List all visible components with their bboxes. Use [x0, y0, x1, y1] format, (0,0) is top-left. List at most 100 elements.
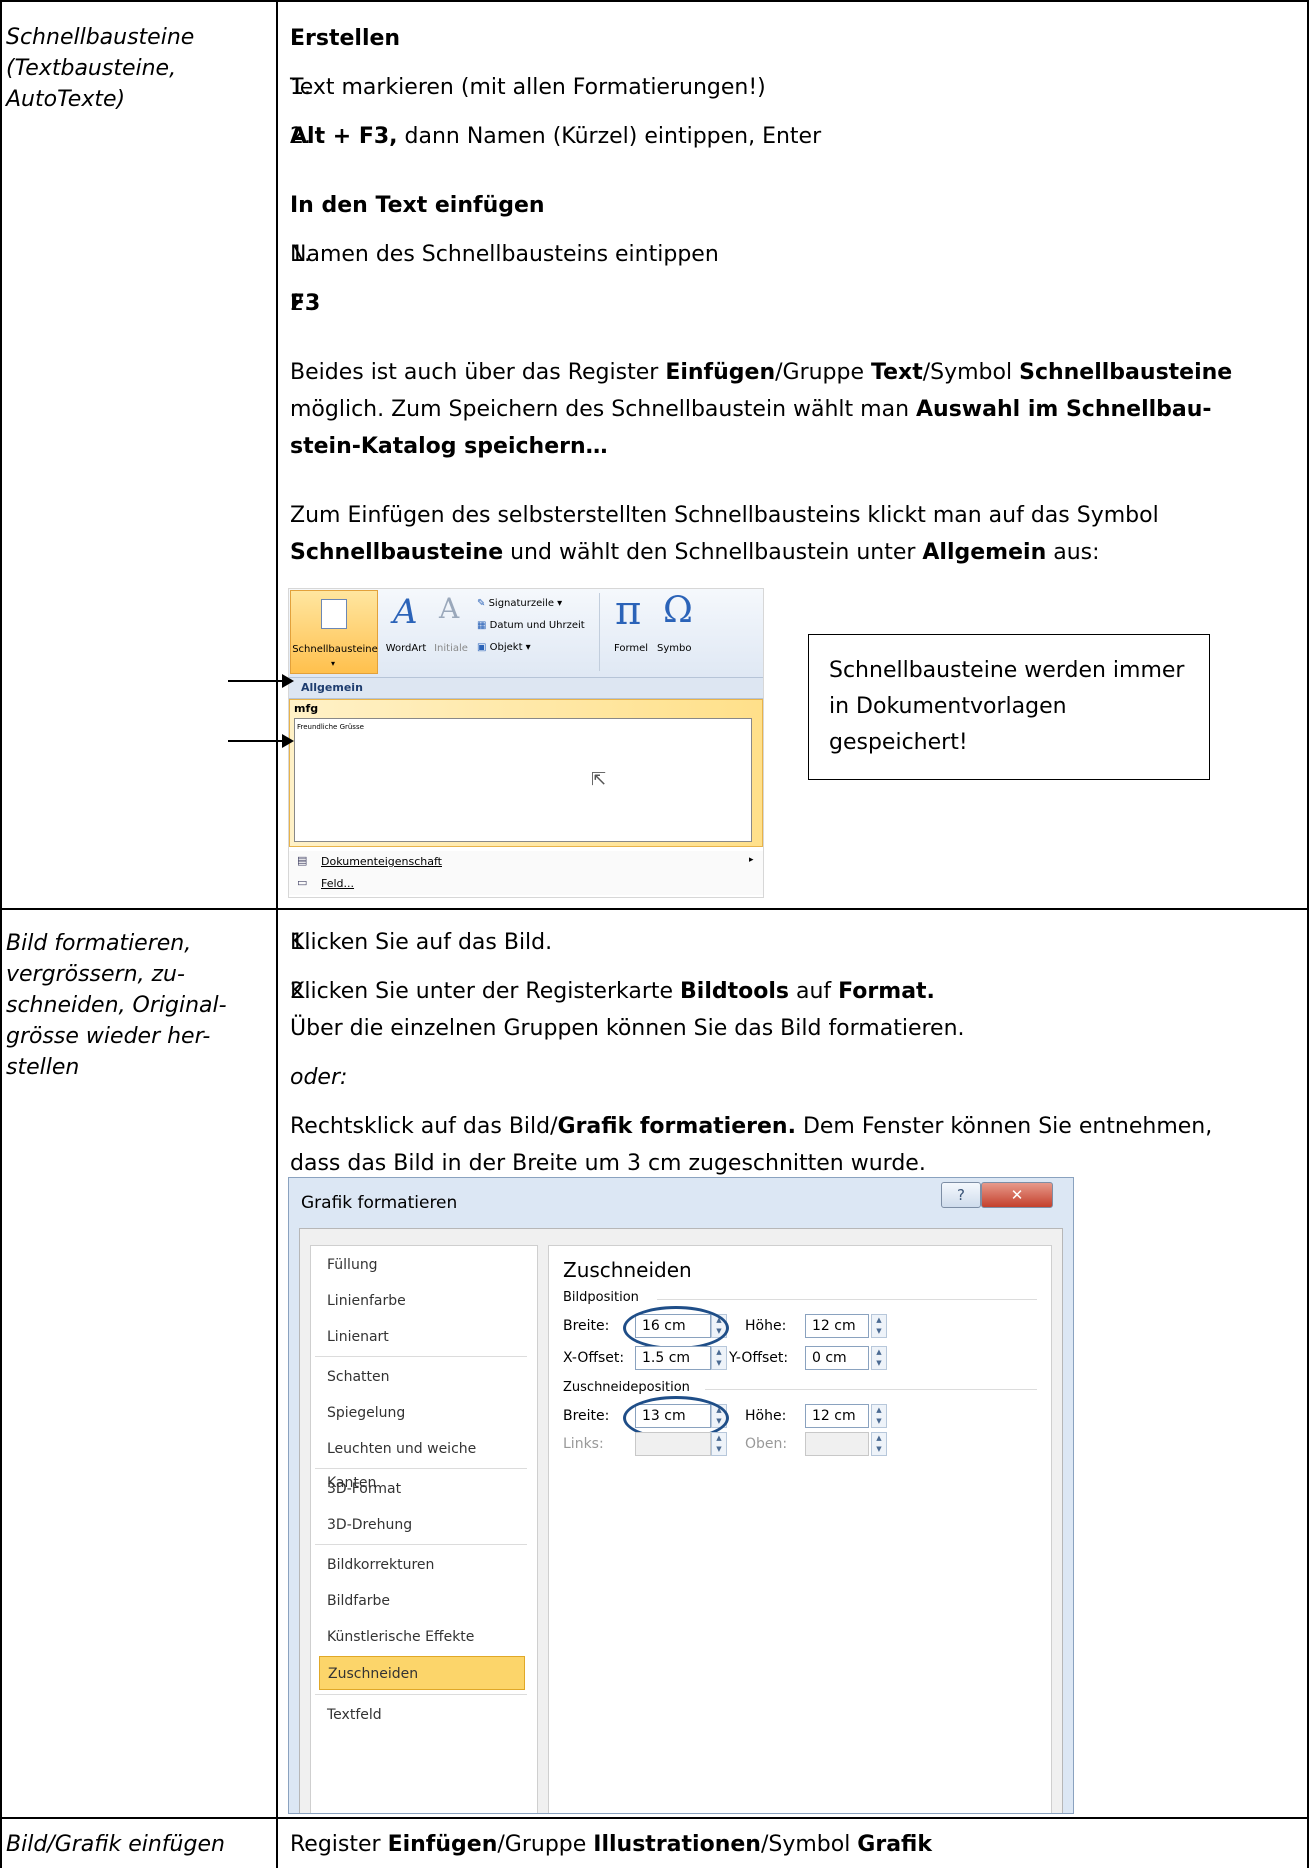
- category-item[interactable]: Schatten: [319, 1360, 525, 1394]
- gallery-entry[interactable]: mfg Freundliche Grüsse ⇱: [289, 699, 763, 847]
- initiale-button[interactable]: A Initiale: [431, 590, 471, 674]
- wordart-label: WordArt: [385, 643, 427, 654]
- divider: [315, 1544, 527, 1545]
- arrowhead: [282, 674, 294, 688]
- arrow-pointer: [228, 680, 288, 682]
- datum-item[interactable]: ▦ Datum und Uhrzeit: [477, 619, 585, 632]
- category-item[interactable]: Linienfarbe: [319, 1284, 525, 1318]
- hoehe2-label: Höhe:: [745, 1408, 787, 1424]
- list-item: 2. F3: [290, 291, 321, 316]
- category-item[interactable]: 3D-Format: [319, 1472, 525, 1506]
- symbol-button[interactable]: Ω Symbo: [657, 590, 697, 674]
- close-button[interactable]: ✕: [981, 1182, 1053, 1208]
- section-zuschneideposition: Zuschneideposition: [563, 1380, 690, 1395]
- divider: [657, 1299, 1037, 1300]
- help-button[interactable]: ?: [941, 1182, 981, 1208]
- list-item: 2. Alt + F3, dann Namen (Kürzel) eintippe…: [290, 124, 822, 149]
- topic-line: (Textbausteine,: [6, 56, 177, 81]
- chevron-right-icon: ▸: [749, 855, 754, 865]
- ribbon-screenshot: Schnellbausteine ▾ A WordArt A Initiale …: [288, 588, 764, 898]
- heading-erstellen: Erstellen: [290, 26, 401, 51]
- hoehe2-input[interactable]: 12 cm: [805, 1404, 869, 1428]
- xoffset-label: X-Offset:: [563, 1350, 625, 1366]
- breite-label: Breite:: [563, 1318, 610, 1334]
- topic-line: Bild formatieren,: [6, 931, 192, 956]
- spinner-icon[interactable]: ▲ ▼: [871, 1432, 887, 1456]
- breite2-label: Breite:: [563, 1408, 610, 1424]
- category-item[interactable]: Füllung: [319, 1248, 525, 1282]
- table-column-divider: [276, 0, 278, 1868]
- category-item[interactable]: Bildkorrekturen: [319, 1548, 525, 1582]
- topic-line: vergrössern, zu-: [6, 962, 185, 987]
- spinner-icon[interactable]: ▲ ▼: [711, 1346, 727, 1370]
- arrow-pointer: [228, 740, 288, 742]
- wordart-icon: A: [393, 592, 418, 632]
- menu-item-dokumenteigenschaft[interactable]: ▤ Dokumenteigenschaft ▸: [289, 851, 763, 873]
- list-item: 2. Klicken Sie unter der Registerkarte Bi…: [290, 979, 965, 1041]
- spinner-icon[interactable]: ▲ ▼: [871, 1404, 887, 1428]
- links-input[interactable]: [635, 1432, 711, 1456]
- paragraph: Rechtsklick auf das Bild/Grafik formatie…: [290, 1114, 1213, 1176]
- gallery-header: Allgemein: [289, 678, 763, 699]
- signature-icon: ✎: [477, 598, 489, 609]
- schnellbausteine-button[interactable]: Schnellbausteine ▾: [290, 590, 378, 674]
- spinner-icon[interactable]: ▲ ▼: [871, 1314, 887, 1338]
- topic-line: schneiden, Original-: [6, 993, 227, 1018]
- list-item: 1. Text markieren (mit allen Formatierung…: [290, 75, 766, 100]
- row1-content: Erstellen 1. Text markieren (mit allen Fo…: [290, 20, 1300, 571]
- pi-icon: π: [615, 588, 642, 634]
- formel-label: Formel: [613, 643, 649, 654]
- category-item[interactable]: Leuchten und weiche Kanten: [319, 1432, 525, 1491]
- paragraph: Zum Einfügen des selbsterstellten Schnel…: [290, 503, 1159, 565]
- category-item[interactable]: Linienart: [319, 1320, 525, 1354]
- wordart-button[interactable]: A WordArt: [381, 590, 431, 674]
- table-row-divider-2: [0, 1817, 1309, 1819]
- dialog-body: Füllung Linienfarbe Linienart Schatten S…: [299, 1228, 1063, 1813]
- paragraph: Register Einfügen/Gruppe Illustrationen/…: [290, 1832, 932, 1857]
- table-border-left: [0, 0, 2, 1868]
- category-list: Füllung Linienfarbe Linienart Schatten S…: [310, 1245, 538, 1813]
- objekt-item[interactable]: ▣ Objekt ▾: [477, 641, 531, 654]
- topic-line: grösse wieder her-: [6, 1024, 211, 1049]
- heading-einfuegen: In den Text einfügen: [290, 193, 545, 218]
- spinner-icon[interactable]: ▲ ▼: [871, 1346, 887, 1370]
- table-row-divider-1: [0, 908, 1309, 910]
- grafik-formatieren-dialog: Grafik formatieren ? ✕ Füllung Linienfar…: [288, 1177, 1074, 1814]
- formel-button[interactable]: π Formel: [605, 588, 657, 674]
- menu-label: Feld...: [321, 877, 355, 890]
- category-item[interactable]: Spiegelung: [319, 1396, 525, 1430]
- spinner-icon[interactable]: ▲ ▼: [711, 1432, 727, 1456]
- table-border-top: [0, 0, 1309, 2]
- oben-input[interactable]: [805, 1432, 869, 1456]
- topic-line: Bild/Grafik einfügen: [6, 1832, 225, 1857]
- entry-preview-text: Freundliche Grüsse: [297, 723, 364, 731]
- menu-label: Dokumenteigenschaft: [321, 855, 442, 868]
- menu-item-feld[interactable]: ▭ Feld...: [289, 873, 763, 895]
- hoehe-label: Höhe:: [745, 1318, 787, 1334]
- xoffset-input[interactable]: 1.5 cm: [635, 1346, 711, 1370]
- arrowhead: [282, 734, 294, 748]
- divider: [315, 1694, 527, 1695]
- category-item[interactable]: Bildfarbe: [319, 1584, 525, 1618]
- category-item[interactable]: 3D-Drehung: [319, 1508, 525, 1542]
- initiale-label: Initiale: [434, 643, 468, 654]
- schnellbausteine-label: Schnellbausteine: [292, 644, 378, 655]
- divider: [705, 1389, 1037, 1390]
- links-label: Links:: [563, 1436, 604, 1452]
- category-item-selected[interactable]: Zuschneiden: [319, 1656, 525, 1690]
- hoehe-input[interactable]: 12 cm: [805, 1314, 869, 1338]
- signaturzeile-item[interactable]: ✎ Signaturzeile ▾: [477, 597, 562, 610]
- category-item[interactable]: Textfeld: [319, 1698, 525, 1732]
- note-box: Schnellbausteine werden immer in Dokumen…: [808, 634, 1210, 780]
- section-bildposition: Bildposition: [563, 1290, 639, 1305]
- topic-line: AutoTexte): [6, 87, 126, 112]
- row2-content: 1. Klicken Sie auf das Bild. 2. Klicken Si…: [290, 924, 1300, 1182]
- topic-line: stellen: [6, 1055, 80, 1080]
- category-item[interactable]: Künstlerische Effekte: [319, 1620, 525, 1654]
- yoffset-input[interactable]: 0 cm: [805, 1346, 869, 1370]
- row3-content: Register Einfügen/Gruppe Illustrationen/…: [290, 1826, 1300, 1863]
- chevron-down-icon: ▾: [331, 659, 336, 668]
- row2-topic: Bild formatieren, vergrössern, zu- schne…: [6, 928, 264, 1083]
- yoffset-label: Y-Offset:: [729, 1350, 789, 1366]
- document-page: Schnellbausteine (Textbausteine, AutoTex…: [0, 0, 1309, 1868]
